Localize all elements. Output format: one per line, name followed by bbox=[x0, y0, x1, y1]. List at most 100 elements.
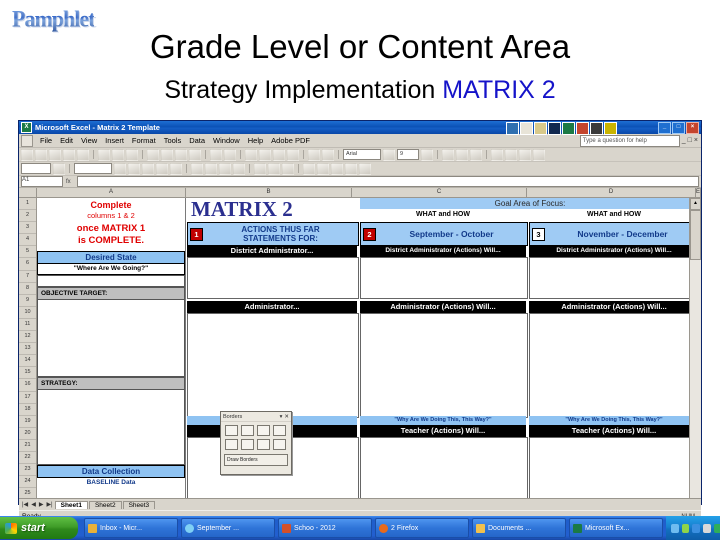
pdf-icon-2[interactable] bbox=[520, 122, 533, 135]
sheet-tab-sheet3[interactable]: Sheet3 bbox=[122, 500, 156, 509]
cell-admin-col3[interactable] bbox=[529, 313, 701, 401]
cell-district-col3[interactable] bbox=[529, 257, 701, 299]
menu-item-data[interactable]: Data bbox=[185, 135, 209, 146]
font-color-icon[interactable] bbox=[282, 162, 294, 175]
border-outside-icon[interactable] bbox=[241, 439, 254, 450]
arrow-icon[interactable] bbox=[128, 162, 140, 175]
column-header-b[interactable]: B bbox=[186, 188, 352, 197]
border-left-icon[interactable] bbox=[241, 425, 254, 436]
tray-volume-icon[interactable] bbox=[703, 523, 711, 533]
row-header[interactable]: 16 bbox=[19, 379, 36, 392]
taskbar-button-excel[interactable]: Microsoft Ex... bbox=[569, 518, 663, 538]
copy-icon[interactable] bbox=[161, 148, 173, 161]
objective-target-entry[interactable] bbox=[37, 300, 185, 377]
cell-admin-col2[interactable] bbox=[360, 313, 528, 401]
sort-descending-icon[interactable] bbox=[287, 148, 299, 161]
pdf-icon-6[interactable] bbox=[576, 122, 589, 135]
row-header[interactable]: 21 bbox=[19, 440, 36, 452]
formula-input[interactable] bbox=[77, 176, 699, 187]
maximize-button[interactable]: □ bbox=[672, 121, 685, 134]
open-icon[interactable] bbox=[35, 148, 47, 161]
3d-style-icon[interactable] bbox=[359, 162, 371, 175]
vertical-scrollbar[interactable]: ▲ bbox=[689, 198, 701, 498]
redo-icon[interactable] bbox=[224, 148, 236, 161]
minimize-button[interactable]: _ bbox=[658, 121, 671, 134]
taskbar-button-september[interactable]: September ... bbox=[181, 518, 275, 538]
autosum-icon[interactable] bbox=[259, 148, 271, 161]
column-header-e[interactable]: E bbox=[696, 188, 701, 197]
cut-icon[interactable] bbox=[147, 148, 159, 161]
column-header-a[interactable]: A bbox=[37, 188, 186, 197]
pdf-icon-7[interactable] bbox=[590, 122, 603, 135]
select-all-corner[interactable] bbox=[19, 188, 37, 197]
line-color-icon[interactable] bbox=[268, 162, 280, 175]
row-header[interactable]: 1 bbox=[19, 198, 36, 211]
oval-icon[interactable] bbox=[156, 162, 168, 175]
zoom-chevron-down-icon[interactable] bbox=[53, 162, 65, 175]
pdf-icon-3[interactable] bbox=[534, 122, 547, 135]
border-right-icon[interactable] bbox=[257, 425, 270, 436]
clipart-icon[interactable] bbox=[219, 162, 231, 175]
autoshapes-menu[interactable] bbox=[74, 163, 112, 174]
row-header[interactable]: 7 bbox=[19, 271, 36, 283]
border-all-icon[interactable] bbox=[225, 439, 238, 450]
arrow-style-icon[interactable] bbox=[331, 162, 343, 175]
row-header[interactable]: 11 bbox=[19, 319, 36, 332]
chevron-down-icon[interactable]: ▾ bbox=[280, 414, 283, 420]
pdf-icon-1[interactable] bbox=[506, 122, 519, 135]
row-header[interactable]: 25 bbox=[19, 488, 36, 498]
undo-icon[interactable] bbox=[210, 148, 222, 161]
borders-toolbar[interactable]: Borders ▾ ✕ Draw Borders bbox=[220, 411, 292, 475]
shadow-style-icon[interactable] bbox=[345, 162, 357, 175]
fill-color-icon[interactable] bbox=[254, 162, 266, 175]
start-button[interactable]: start bbox=[0, 517, 78, 539]
row-header[interactable]: 14 bbox=[19, 355, 36, 368]
strategy-entry[interactable] bbox=[37, 390, 185, 465]
taskbar-button-documents[interactable]: Documents ... bbox=[472, 518, 566, 538]
close-icon[interactable]: ✕ bbox=[284, 414, 289, 420]
row-header[interactable]: 5 bbox=[19, 246, 36, 259]
border-double-bottom-icon[interactable] bbox=[273, 439, 286, 450]
sheet-canvas[interactable]: Complete columns 1 & 2 once MATRIX 1 is … bbox=[37, 198, 701, 498]
diagram-icon[interactable] bbox=[205, 162, 217, 175]
pdf-icon-5[interactable] bbox=[562, 122, 575, 135]
last-sheet-icon[interactable]: ▶| bbox=[45, 501, 53, 508]
taskbar-button-school[interactable]: Schoo - 2012 bbox=[278, 518, 372, 538]
row-header[interactable]: 23 bbox=[19, 464, 36, 477]
cell-district-col2[interactable] bbox=[360, 257, 528, 299]
sheet-tab-sheet1[interactable]: Sheet1 bbox=[54, 500, 88, 509]
row-header[interactable]: 12 bbox=[19, 331, 36, 344]
font-size-chevron-down-icon[interactable] bbox=[421, 148, 433, 161]
cell-teachers-col2[interactable] bbox=[360, 437, 528, 498]
menu-item-adobe-pdf[interactable]: Adobe PDF bbox=[267, 135, 314, 146]
row-header[interactable]: 15 bbox=[19, 367, 36, 380]
taskbar-button-inbox[interactable]: Inbox - Micr... bbox=[84, 518, 178, 538]
spelling-icon[interactable] bbox=[126, 148, 138, 161]
line-style-icon[interactable] bbox=[303, 162, 315, 175]
bold-icon[interactable] bbox=[442, 148, 454, 161]
format-painter-icon[interactable] bbox=[189, 148, 201, 161]
menu-item-format[interactable]: Format bbox=[128, 135, 160, 146]
new-icon[interactable] bbox=[21, 148, 33, 161]
scroll-up-arrow-icon[interactable]: ▲ bbox=[690, 198, 701, 210]
picture-icon[interactable] bbox=[233, 162, 245, 175]
insert-function-icon[interactable]: fx bbox=[66, 179, 74, 185]
align-left-icon[interactable] bbox=[491, 148, 503, 161]
next-sheet-icon[interactable]: ▶ bbox=[38, 501, 45, 508]
first-sheet-icon[interactable]: |◀ bbox=[21, 501, 29, 508]
sheet-tab-sheet2[interactable]: Sheet2 bbox=[88, 500, 122, 509]
cell-admin-col1[interactable] bbox=[187, 313, 359, 401]
name-box[interactable]: A1 bbox=[21, 176, 63, 187]
chart-wizard-icon[interactable] bbox=[308, 148, 320, 161]
doc-minimize-button[interactable]: _ bbox=[682, 137, 686, 144]
cell-district-col1[interactable] bbox=[187, 257, 359, 299]
tray-network-icon[interactable] bbox=[692, 523, 701, 533]
close-button[interactable]: × bbox=[686, 121, 699, 134]
row-header[interactable]: 17 bbox=[19, 392, 36, 404]
spacer-cell[interactable] bbox=[37, 275, 185, 287]
row-header[interactable]: 19 bbox=[19, 416, 36, 428]
align-right-icon[interactable] bbox=[519, 148, 531, 161]
doc-restore-button[interactable]: □ bbox=[688, 137, 692, 144]
menu-item-insert[interactable]: Insert bbox=[101, 135, 128, 146]
row-header[interactable]: 18 bbox=[19, 404, 36, 416]
